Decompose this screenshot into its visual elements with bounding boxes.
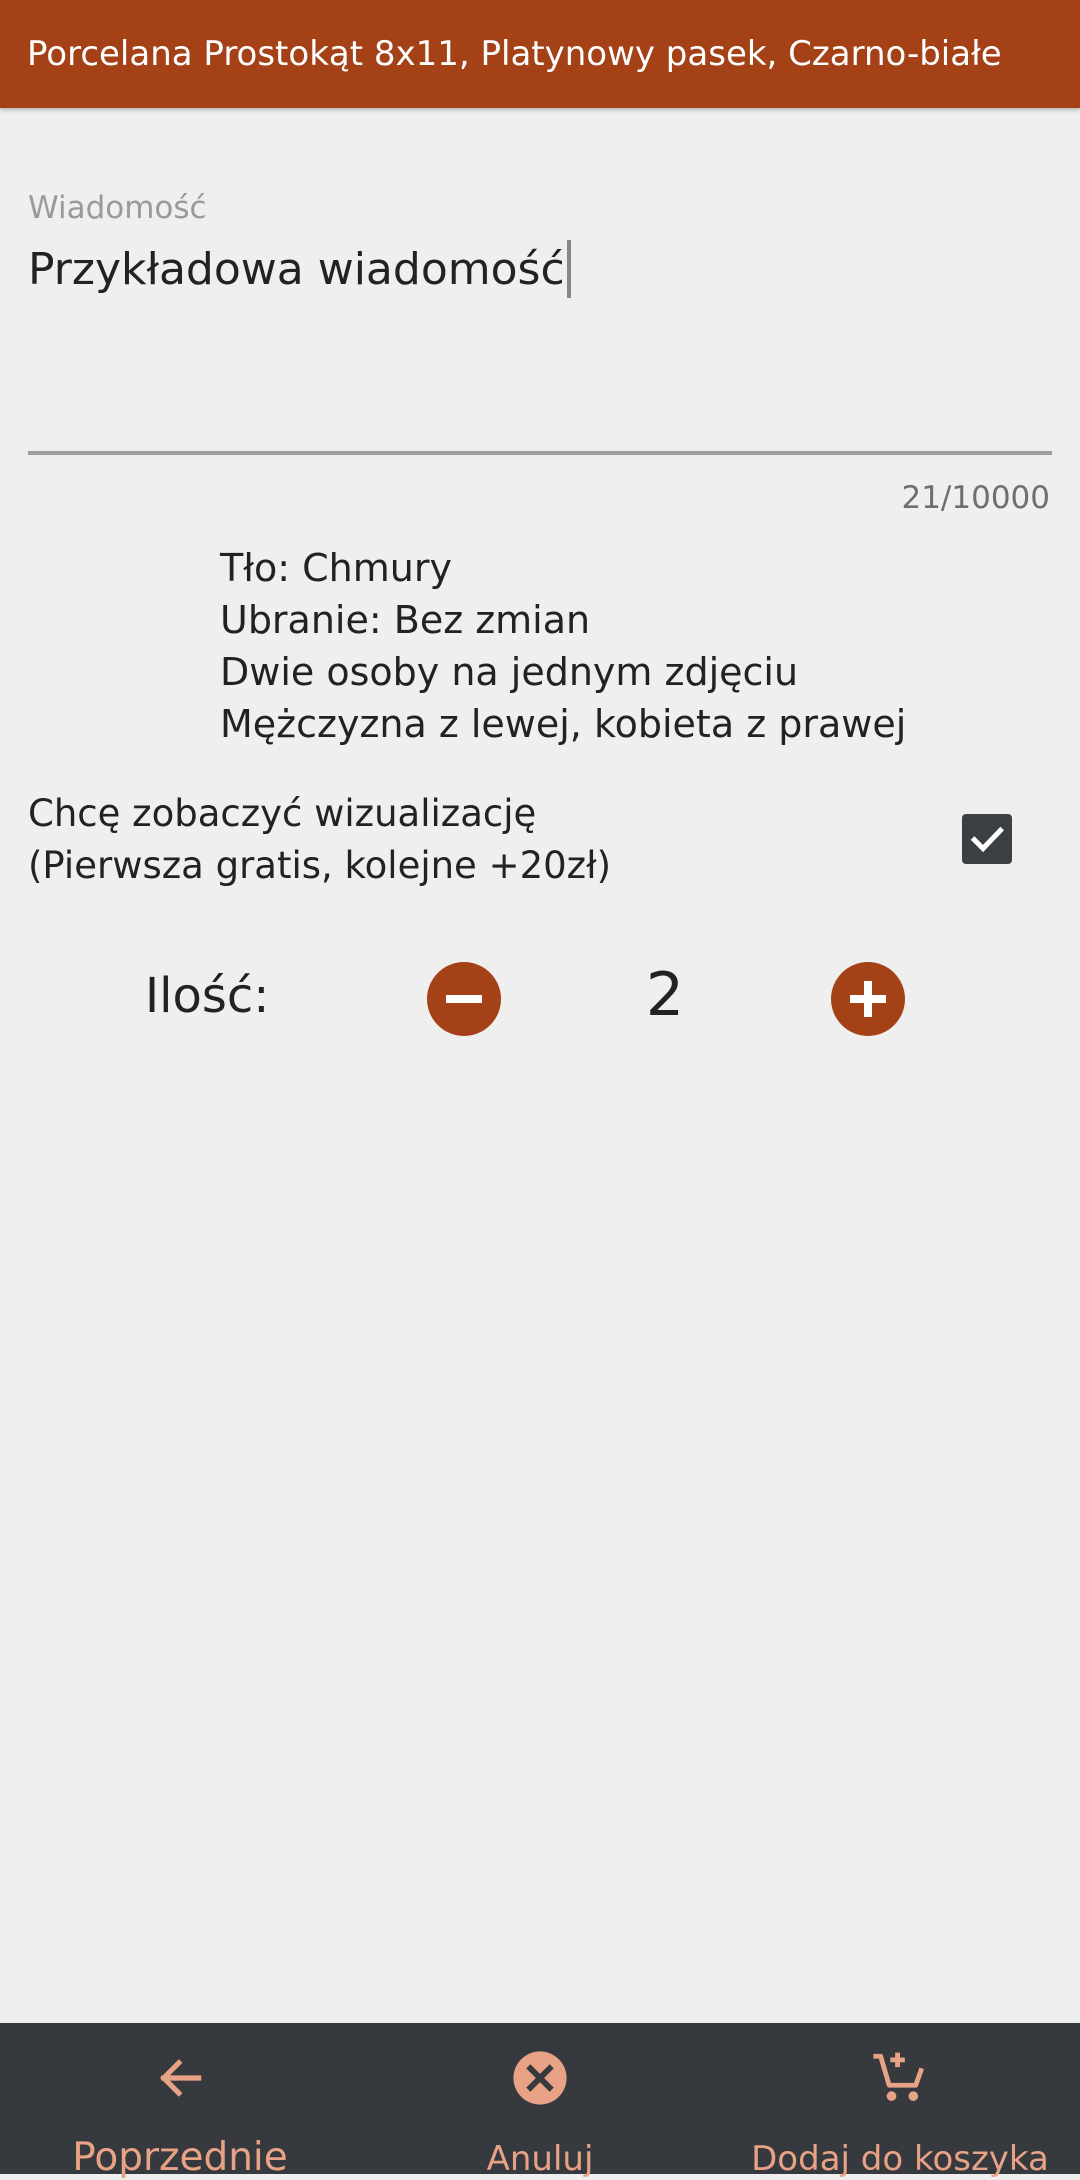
arrow-back-icon <box>148 2046 212 2110</box>
quantity-value: 2 <box>645 960 685 1030</box>
message-input[interactable]: Przykładowa wiadomość <box>28 240 571 298</box>
page-title: Porcelana Prostokąt 8x11, Platynowy pase… <box>27 34 1002 74</box>
text-cursor <box>566 240 571 298</box>
message-field-underline <box>28 451 1052 455</box>
app-bar: Porcelana Prostokąt 8x11, Platynowy pase… <box>0 0 1080 108</box>
decrease-quantity-button[interactable] <box>427 962 501 1036</box>
minus-icon <box>446 995 482 1003</box>
visualization-option-label: Chcę zobaczyć wizualizację (Pierwsza gra… <box>28 788 611 892</box>
message-field-label: Wiadomość <box>28 190 207 226</box>
checkmark-icon <box>970 826 1005 853</box>
summary-line-clothing: Ubranie: Bez zmian <box>220 598 591 642</box>
visualization-checkbox[interactable] <box>962 814 1012 864</box>
increase-quantity-button[interactable] <box>831 962 905 1036</box>
character-counter: 21/10000 <box>901 480 1050 516</box>
add-to-cart-label: Dodaj do koszyka <box>751 2139 1049 2179</box>
order-summary: Tło: Chmury Ubranie: Bez zmian Dwie osob… <box>220 542 906 750</box>
cancel-button-label: Anuluj <box>486 2139 594 2179</box>
bottom-navigation: Poprzednie Anuluj Dodaj do koszyka <box>0 2023 1080 2180</box>
add-to-cart-button[interactable]: Dodaj do koszyka <box>720 2023 1080 2179</box>
message-input-value: Przykładowa wiadomość <box>28 243 565 295</box>
summary-line-background: Tło: Chmury <box>220 546 452 590</box>
previous-button-label: Poprzednie <box>72 2135 288 2180</box>
summary-line-persons: Dwie osoby na jednym zdjęciu <box>220 650 799 694</box>
cancel-button[interactable]: Anuluj <box>360 2023 720 2179</box>
visualization-label-line2: (Pierwsza gratis, kolejne +20zł) <box>28 844 612 887</box>
summary-line-arrangement: Mężczyzna z lewej, kobieta z prawej <box>220 702 907 746</box>
plus-icon <box>850 981 886 1017</box>
visualization-label-line1: Chcę zobaczyć wizualizację <box>28 792 537 835</box>
cancel-circle-icon <box>508 2046 572 2110</box>
add-shopping-cart-icon <box>868 2046 932 2110</box>
previous-button[interactable]: Poprzednie <box>0 2023 360 2180</box>
quantity-label: Ilość: <box>145 968 270 1024</box>
